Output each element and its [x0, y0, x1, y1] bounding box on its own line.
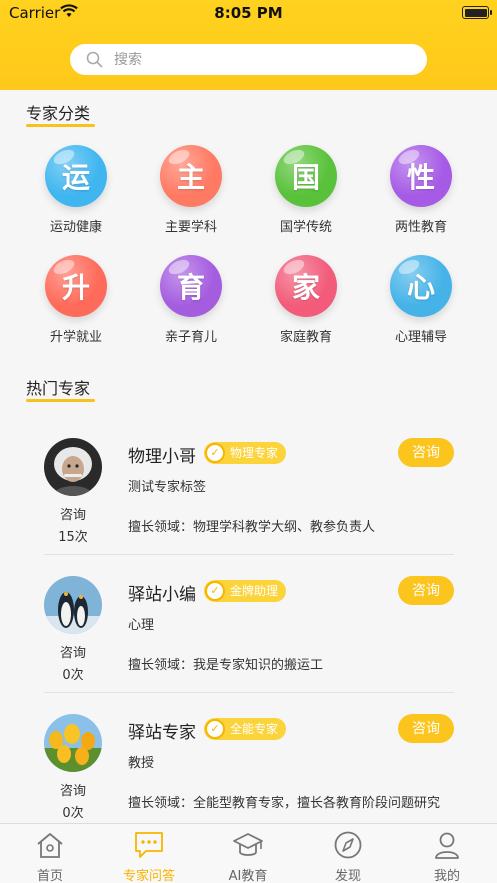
home-icon — [37, 833, 63, 858]
category-item[interactable]: 主主要学科 — [136, 145, 246, 235]
expert-badge: ✓ 物理专家 — [204, 442, 287, 464]
expert-badge: ✓ 全能专家 — [204, 718, 287, 740]
check-badge-icon: ✓ — [205, 581, 225, 601]
expert-avatar[interactable] — [44, 576, 102, 634]
divider — [44, 692, 454, 693]
category-icon: 国 — [275, 145, 337, 207]
category-label: 亲子育儿 — [164, 330, 217, 345]
badge-label: 全能专家 — [230, 722, 279, 736]
category-label: 主要学科 — [164, 220, 217, 235]
expert-name[interactable]: 驿站小编 — [128, 580, 196, 605]
category-glyph: 家 — [291, 271, 320, 304]
expert-field: 擅长领域：我是专家知识的搬运工 — [128, 658, 324, 673]
tab-label: 首页 — [36, 869, 63, 883]
consult-label: 咨询 — [59, 784, 86, 799]
tab-label: 专家问答 — [122, 869, 175, 883]
expert-avatar[interactable] — [44, 714, 102, 772]
experts-section-title: 热门专家 — [26, 379, 91, 398]
category-glyph: 主 — [176, 161, 205, 194]
category-icon: 运 — [45, 145, 107, 207]
battery-icon — [462, 6, 492, 19]
category-item[interactable]: 心心理辅导 — [366, 255, 476, 345]
consult-count: 15次 — [58, 530, 88, 545]
category-glyph: 育 — [176, 271, 205, 304]
consult-label: 咨询 — [59, 646, 86, 661]
tab-label: AI教育 — [228, 869, 268, 883]
category-glyph: 运 — [61, 161, 90, 194]
category-label: 家庭教育 — [279, 330, 332, 345]
category-label: 心理辅导 — [394, 330, 447, 345]
expert-field: 擅长领域：全能型教育专家，擅长各教育阶段问题研究 — [128, 796, 441, 811]
tab-label: 发现 — [334, 869, 361, 883]
expert-badge: ✓ 金牌助理 — [204, 580, 287, 602]
category-item[interactable]: 国国学传统 — [251, 145, 361, 235]
category-glyph: 升 — [61, 271, 90, 304]
expert-tag: 测试专家标签 — [128, 480, 207, 495]
graduation-cap-icon — [233, 833, 263, 856]
badge-label: 物理专家 — [230, 446, 279, 460]
category-icon: 心 — [390, 255, 452, 317]
expert-name[interactable]: 驿站专家 — [128, 718, 196, 743]
category-label: 升学就业 — [49, 330, 102, 345]
category-label: 运动健康 — [49, 220, 102, 235]
check-badge-icon: ✓ — [205, 719, 225, 739]
tab-ai-education[interactable]: AI教育 — [198, 824, 298, 883]
category-label: 两性教育 — [394, 220, 447, 235]
clock: 8:05 PM — [214, 4, 283, 22]
avatar-photo — [44, 714, 102, 772]
category-icon: 性 — [390, 145, 452, 207]
avatar-photo — [44, 576, 102, 634]
category-icon: 主 — [160, 145, 222, 207]
category-item[interactable]: 育亲子育儿 — [136, 255, 246, 345]
consult-count: 0次 — [62, 806, 84, 821]
search-icon — [86, 51, 103, 68]
consult-button[interactable]: 咨询 — [398, 576, 454, 605]
category-icon: 育 — [160, 255, 222, 317]
chat-icon — [135, 832, 163, 858]
user-icon — [435, 832, 459, 859]
expert-card[interactable]: 咨询 0次 驿站专家 ✓ 全能专家 教授 擅长领域：全能型教育专家，擅长各教育阶… — [0, 714, 497, 823]
category-item[interactable]: 性两性教育 — [366, 145, 476, 235]
consult-label: 咨询 — [59, 508, 86, 523]
category-label: 国学传统 — [279, 220, 332, 235]
category-item[interactable]: 运运动健康 — [21, 145, 131, 235]
expert-card[interactable]: 咨询 0次 驿站小编 ✓ 金牌助理 心理 擅长领域：我是专家知识的搬运工 咨询 — [0, 576, 497, 714]
tab-expert-qa[interactable]: 专家问答 — [99, 824, 199, 883]
check-badge-icon: ✓ — [205, 443, 225, 463]
compass-icon — [334, 831, 362, 859]
avatar-photo — [44, 438, 102, 496]
consult-button[interactable]: 咨询 — [398, 714, 454, 743]
category-glyph: 性 — [406, 161, 435, 194]
consult-count: 0次 — [62, 668, 84, 683]
category-section-title: 专家分类 — [26, 104, 91, 123]
tab-home[interactable]: 首页 — [0, 824, 100, 883]
category-glyph: 国 — [291, 161, 320, 194]
category-icon: 升 — [45, 255, 107, 317]
status-bar: Carrier 8:05 PM — [0, 0, 497, 26]
expert-card[interactable]: 咨询 15次 物理小哥 ✓ 物理专家 测试专家标签 擅长领域：物理学科教学大纲、… — [0, 438, 497, 576]
section-underline — [26, 124, 95, 127]
tab-bar: 首页 专家问答 AI教育 发现 我的 — [0, 823, 497, 883]
main-content[interactable]: 专家分类 运运动健康主主要学科国国学传统性两性教育升升学就业育亲子育儿家家庭教育… — [0, 90, 497, 823]
expert-tag: 心理 — [128, 618, 155, 633]
category-icon: 家 — [275, 255, 337, 317]
search-bar[interactable] — [70, 44, 427, 75]
consult-button[interactable]: 咨询 — [398, 438, 454, 467]
search-input[interactable] — [114, 44, 414, 75]
badge-label: 金牌助理 — [230, 584, 279, 598]
tab-discover[interactable]: 发现 — [298, 824, 398, 883]
expert-name[interactable]: 物理小哥 — [128, 442, 196, 467]
top-header: Carrier 8:05 PM — [0, 0, 497, 90]
expert-avatar[interactable] — [44, 438, 102, 496]
category-glyph: 心 — [406, 271, 435, 304]
expert-field: 擅长领域：物理学科教学大纲、教参负责人 — [128, 520, 376, 535]
category-item[interactable]: 升升学就业 — [21, 255, 131, 345]
divider — [44, 554, 454, 555]
category-item[interactable]: 家家庭教育 — [251, 255, 361, 345]
expert-tag: 教授 — [128, 756, 155, 771]
tab-label: 我的 — [433, 869, 460, 883]
section-underline — [26, 399, 95, 402]
tab-mine[interactable]: 我的 — [397, 824, 497, 883]
